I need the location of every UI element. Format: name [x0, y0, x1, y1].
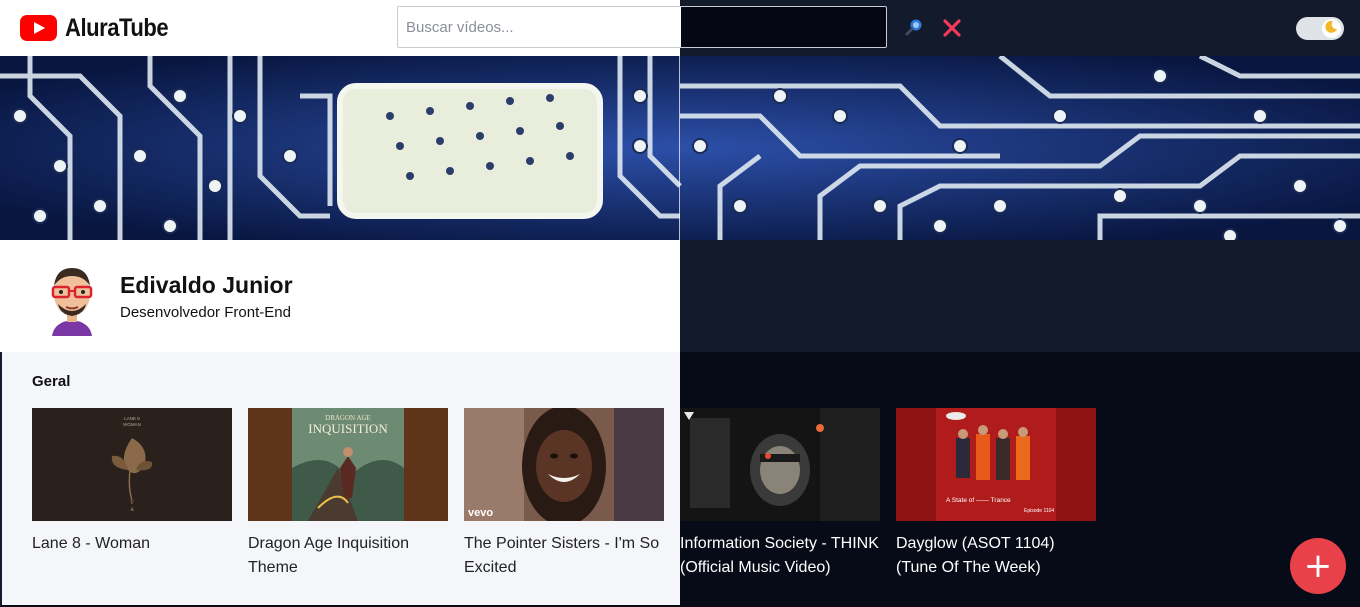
- search-button[interactable]: [901, 15, 927, 41]
- clear-search-button[interactable]: [939, 15, 965, 41]
- profile-role: Desenvolvedor Front-End: [120, 304, 291, 321]
- profile-name: Edivaldo Junior: [120, 272, 293, 298]
- video-title[interactable]: Dragon Age Inquisition Theme: [248, 532, 448, 580]
- video-card[interactable]: LANE 8 WOMAN V A Lane 8 - Woman: [32, 408, 232, 556]
- video-title[interactable]: The Pointer Sisters - I'm So Excited: [464, 532, 664, 580]
- svg-text:WOMAN: WOMAN: [123, 422, 141, 427]
- video-thumbnail[interactable]: LANE 8 WOMAN V A: [32, 408, 232, 521]
- search-input[interactable]: [397, 6, 887, 48]
- video-thumbnail[interactable]: vevo: [464, 408, 664, 521]
- svg-text:V: V: [130, 501, 134, 506]
- close-icon: [943, 19, 961, 37]
- search-icon: [905, 19, 922, 36]
- video-card[interactable]: A State of —— Trance Episode 1104 Dayglo…: [896, 408, 1096, 580]
- video-card[interactable]: vevo The Pointer Sisters - I'm So Excite…: [464, 408, 664, 580]
- svg-text:Episode 1104: Episode 1104: [1024, 508, 1054, 514]
- banner-divider: [679, 56, 680, 240]
- video-thumbnail[interactable]: [680, 408, 880, 521]
- circuit-board-image: [0, 56, 1360, 240]
- video-card[interactable]: Information Society - THINK (Official Mu…: [680, 408, 880, 580]
- svg-text:vevo: vevo: [468, 507, 493, 519]
- youtube-play-icon: [20, 15, 57, 41]
- svg-text:A: A: [130, 508, 134, 513]
- video-title[interactable]: Lane 8 - Woman: [32, 532, 232, 556]
- svg-text:INQUISITION: INQUISITION: [308, 421, 388, 436]
- alura-tube-logo[interactable]: AluraTube: [20, 12, 182, 44]
- video-title[interactable]: Information Society - THINK (Official Mu…: [680, 532, 880, 580]
- moon-icon: [1325, 20, 1337, 33]
- add-video-button[interactable]: +: [1290, 538, 1346, 594]
- video-title[interactable]: Dayglow (ASOT 1104) (Tune Of The Week): [896, 532, 1096, 580]
- video-thumbnail[interactable]: A State of —— Trance Episode 1104: [896, 408, 1096, 521]
- video-card[interactable]: DRAGON AGE INQUISITION Dragon Age Inquis…: [248, 408, 448, 580]
- profile-banner: [0, 56, 1360, 240]
- video-thumbnail[interactable]: DRAGON AGE INQUISITION: [248, 408, 448, 521]
- svg-text:A State of —— Trance: A State of —— Trance: [946, 497, 1011, 504]
- logo-text: AluraTube: [65, 13, 169, 42]
- svg-text:LANE 8: LANE 8: [124, 416, 140, 421]
- playlist-title: Geral: [32, 373, 71, 390]
- theme-toggle[interactable]: [1296, 17, 1344, 40]
- avatar: [51, 268, 93, 336]
